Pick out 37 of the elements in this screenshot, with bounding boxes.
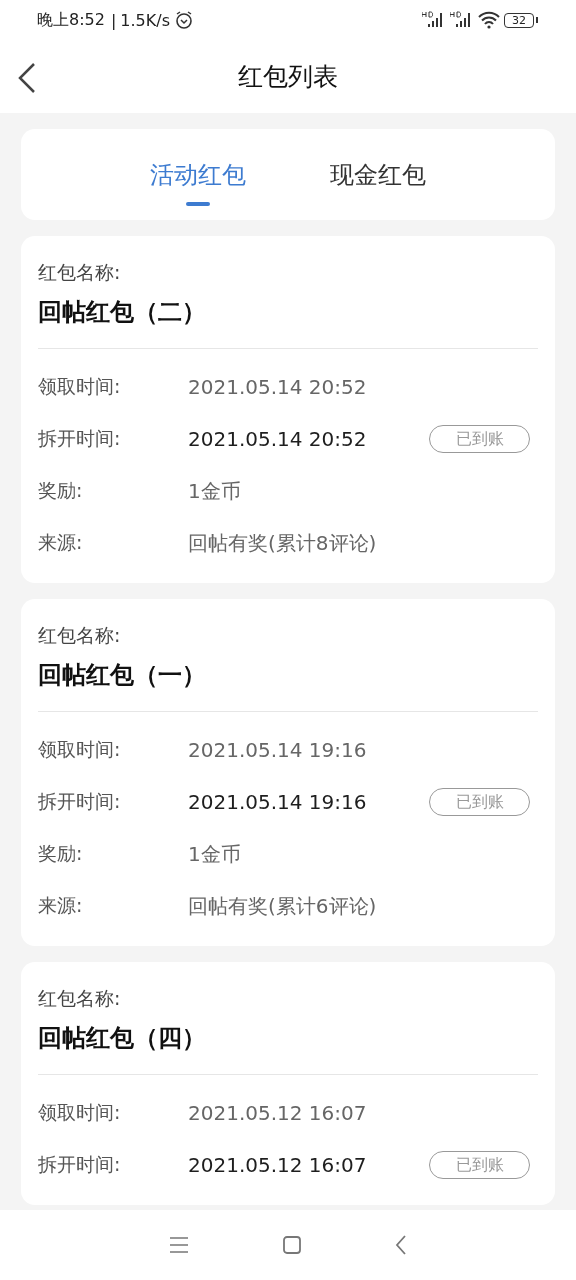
status-time: 晚上8:52 <box>37 9 105 31</box>
field-value: 2021.05.14 20:52 <box>188 427 367 451</box>
field-value: 2021.05.14 19:16 <box>188 738 367 762</box>
field-label: 领取时间: <box>38 737 122 762</box>
field-value: 2021.05.14 19:16 <box>188 790 367 814</box>
field-label: 奖励: <box>38 478 84 503</box>
field-label: 领取时间: <box>38 374 122 399</box>
name-label: 红包名称: <box>38 623 122 648</box>
field-value: 1金币 <box>188 477 241 505</box>
packet-name: 回帖红包（四） <box>38 1023 207 1054</box>
field-value: 2021.05.12 16:07 <box>188 1153 367 1177</box>
name-label: 红包名称: <box>38 260 122 285</box>
menu-icon[interactable] <box>169 1236 189 1254</box>
field-value: 2021.05.12 16:07 <box>188 1101 367 1125</box>
page-title: 红包列表 <box>238 61 338 93</box>
packet-name: 回帖红包（一） <box>38 660 207 691</box>
field-label: 领取时间: <box>38 1100 122 1125</box>
separator: | <box>110 10 117 30</box>
field-value: 2021.05.14 20:52 <box>188 375 367 399</box>
tab[interactable]: 现金红包 <box>318 129 438 220</box>
field-value: 回帖有奖(累计8评论) <box>188 529 377 557</box>
network-speed: 1.5K/s <box>120 10 170 30</box>
back-icon[interactable] <box>395 1235 407 1255</box>
tab[interactable]: 活动红包 <box>138 129 258 220</box>
alarm-icon <box>174 10 194 30</box>
field-label: 拆开时间: <box>38 789 122 814</box>
field-label: 奖励: <box>38 841 84 866</box>
packet-name: 回帖红包（二） <box>38 297 207 328</box>
field-label: 拆开时间: <box>38 426 122 451</box>
field-label: 来源: <box>38 893 84 918</box>
home-icon[interactable] <box>283 1236 301 1254</box>
field-value: 1金币 <box>188 840 241 868</box>
wifi-icon <box>478 11 500 29</box>
field-value: 回帖有奖(累计6评论) <box>188 892 377 920</box>
field-label: 拆开时间: <box>38 1152 122 1177</box>
field-label: 来源: <box>38 530 84 555</box>
name-label: 红包名称: <box>38 986 122 1011</box>
